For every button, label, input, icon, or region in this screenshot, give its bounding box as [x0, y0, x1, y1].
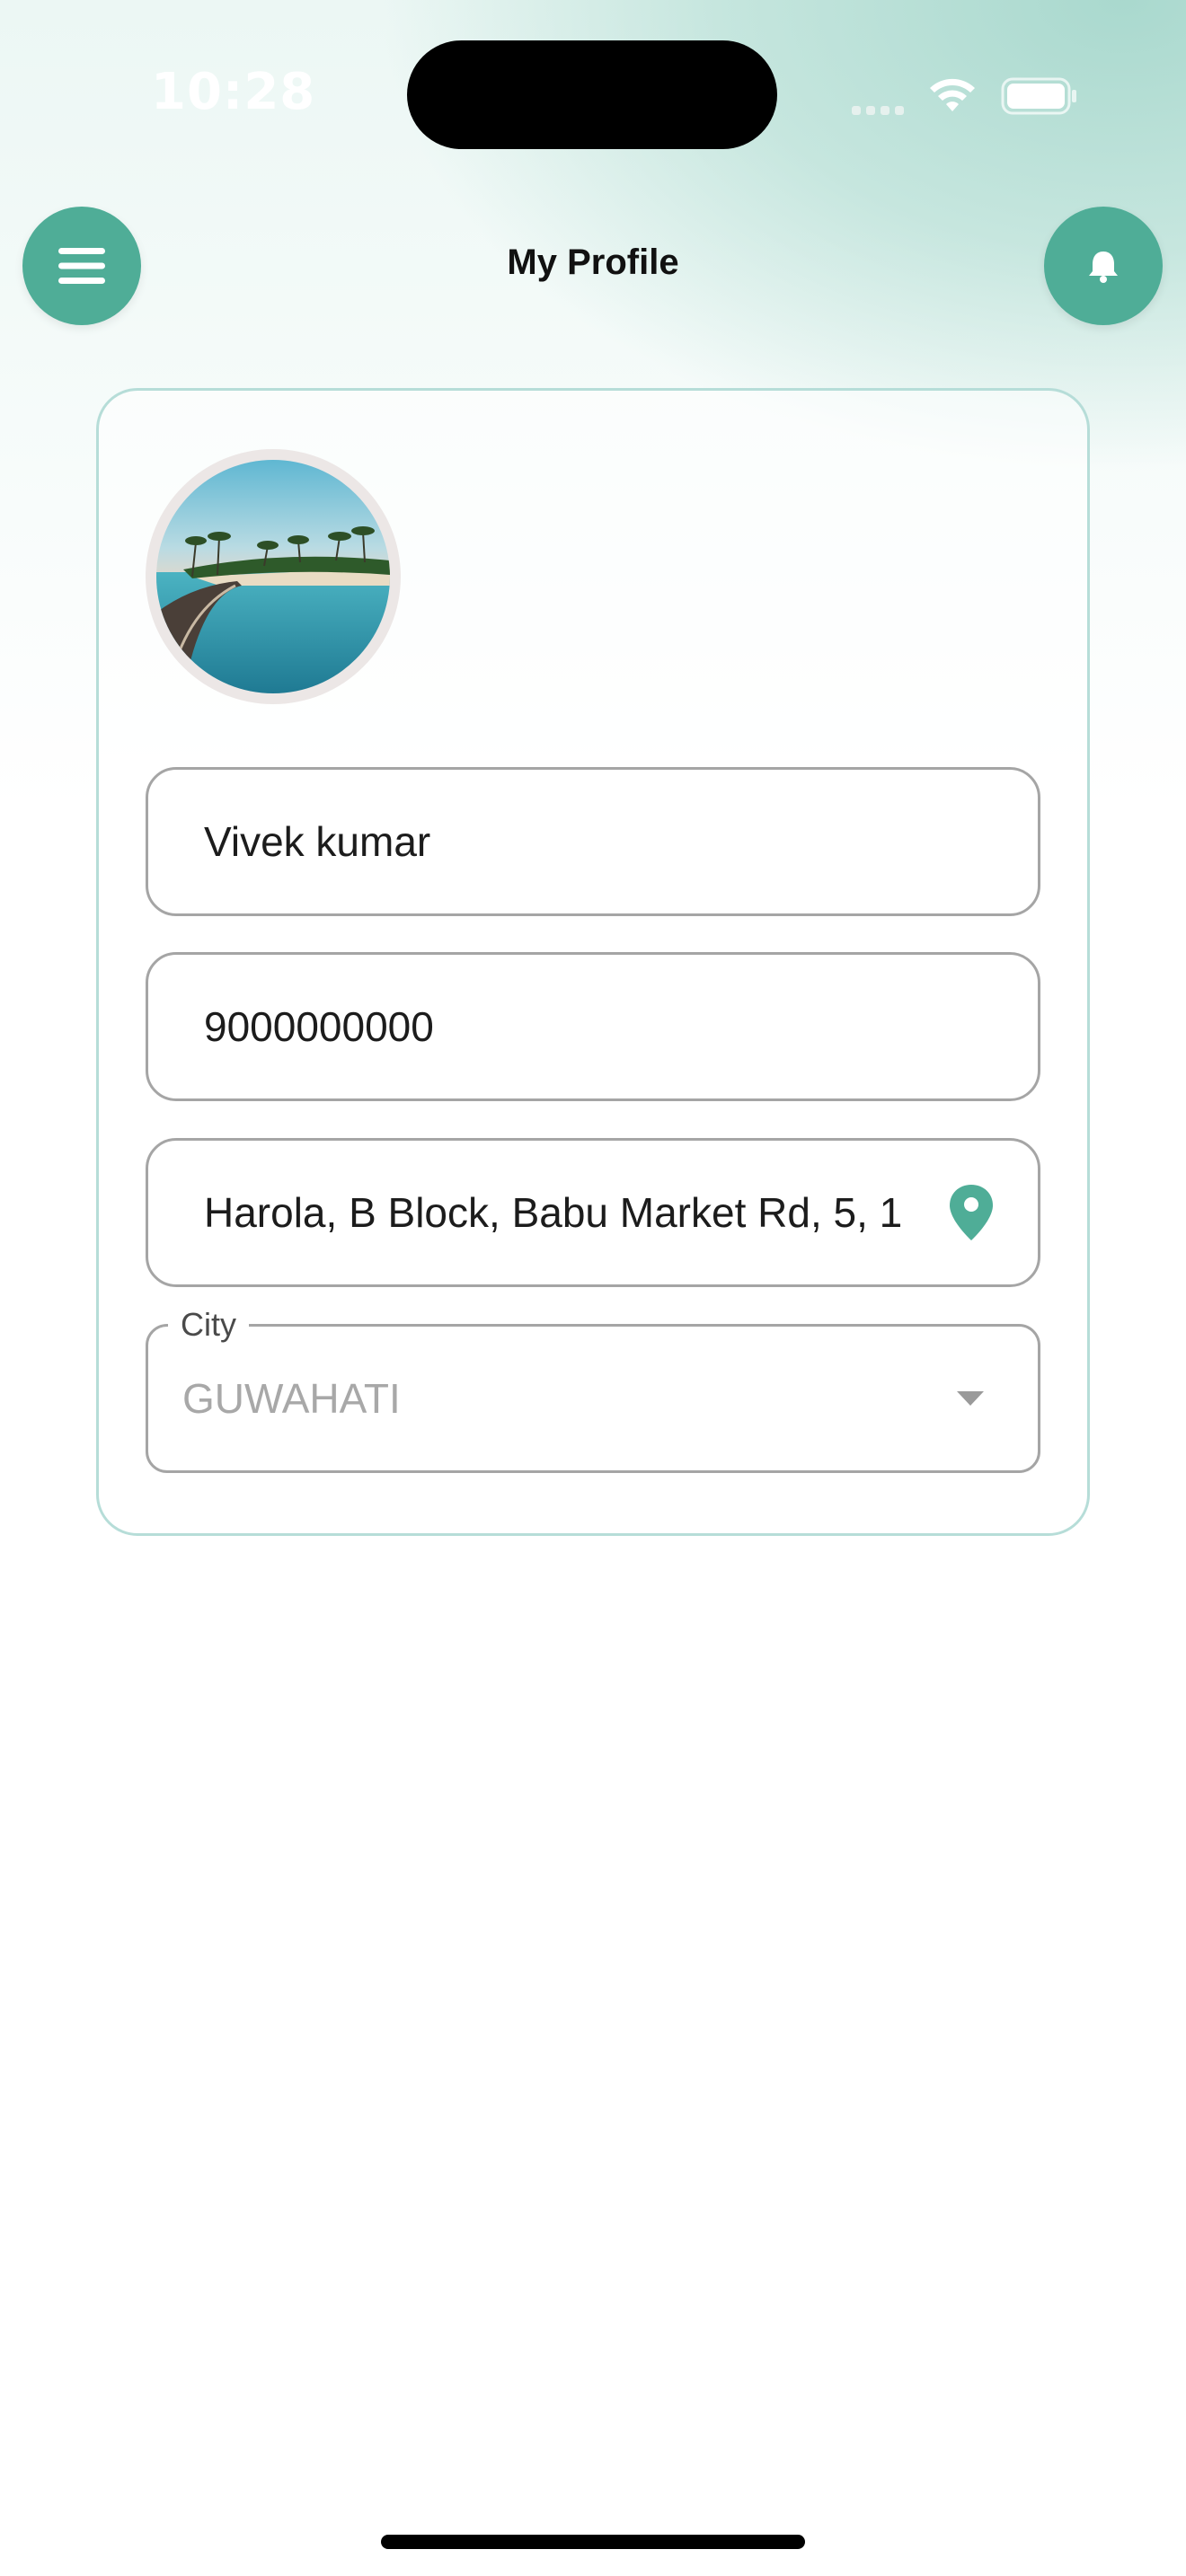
name-field[interactable]: Vivek kumar [146, 767, 1040, 916]
phone-value: 9000000000 [204, 1003, 434, 1050]
location-pin-icon[interactable] [948, 1183, 995, 1242]
avatar-image [156, 460, 390, 693]
page-title: My Profile [507, 243, 679, 282]
avatar[interactable] [146, 449, 401, 704]
notification-button[interactable] [1044, 207, 1163, 325]
home-indicator [381, 2535, 805, 2549]
city-value: GUWAHATI [182, 1375, 401, 1422]
address-field[interactable]: Harola, B Block, Babu Market Rd, 5, 1 [146, 1138, 1040, 1287]
battery-icon [1001, 77, 1076, 115]
wifi-icon [930, 78, 975, 111]
address-value: Harola, B Block, Babu Market Rd, 5, 1 [204, 1189, 903, 1236]
dropdown-arrow-icon [957, 1391, 984, 1406]
dynamic-island [407, 40, 777, 149]
cellular-signal-icon [852, 104, 906, 115]
bell-icon [1089, 251, 1118, 283]
name-value: Vivek kumar [204, 818, 431, 865]
city-select[interactable]: City GUWAHATI [146, 1303, 1040, 1473]
status-time: 10:28 [151, 63, 316, 121]
phone-field[interactable]: 9000000000 [146, 952, 1040, 1101]
